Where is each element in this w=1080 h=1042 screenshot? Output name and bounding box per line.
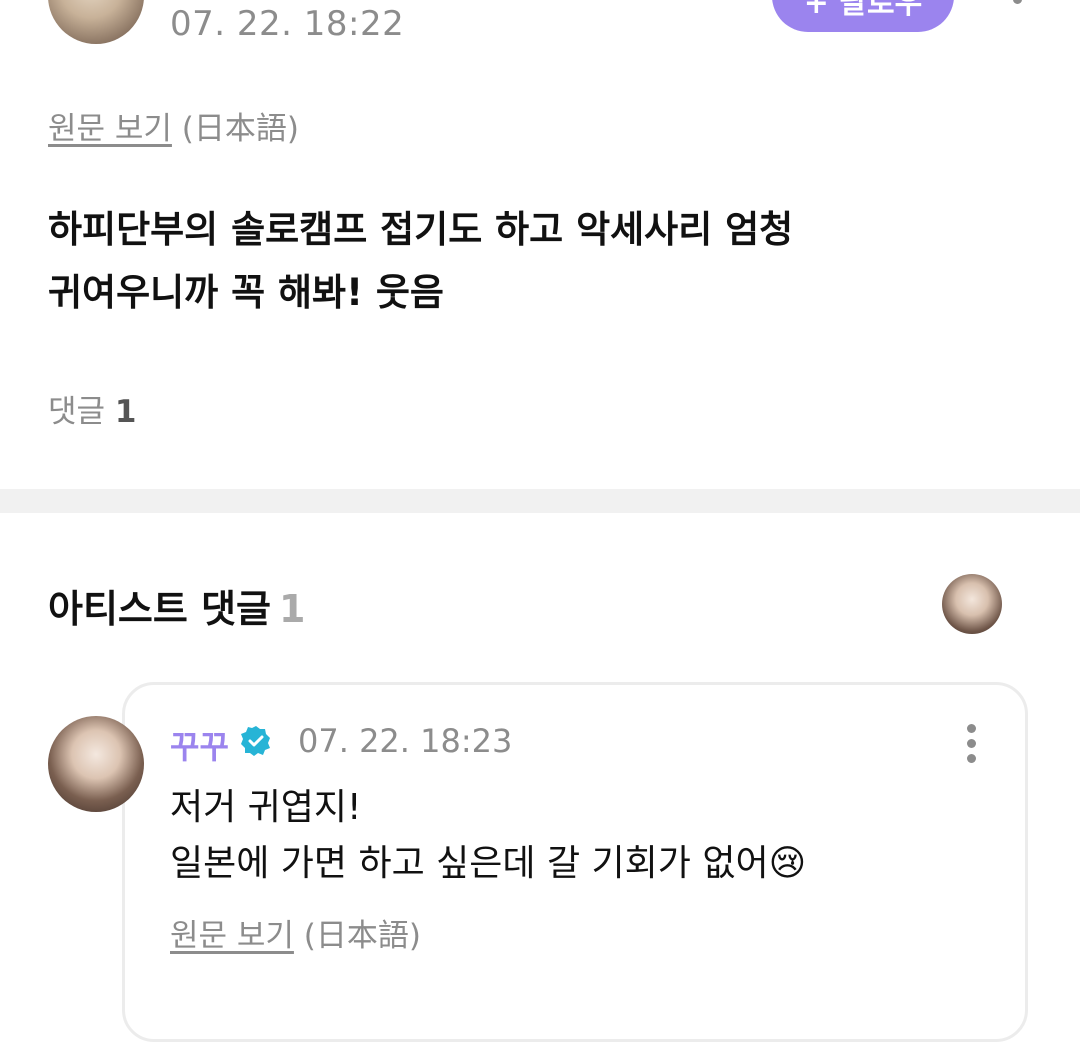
view-original-link[interactable]: 원문 보기 [48, 111, 172, 147]
post-author-avatar[interactable] [48, 0, 144, 44]
follow-button[interactable]: + 팔로우 [772, 0, 954, 32]
post-date: 07. 22. 18:22 [170, 4, 405, 44]
section-divider [0, 489, 1080, 513]
comment-more-icon[interactable] [954, 724, 988, 768]
post-body: 하피단부의 솔로캠프 접기도 하고 악세사리 엄청 귀여우니까 꼭 해봐! 웃음 [48, 198, 1008, 324]
comment-original-view: 원문 보기 (日本語) [170, 910, 421, 955]
original-language: (日本語) [303, 918, 421, 954]
post-original-view: 원문 보기 (日本語) [48, 103, 299, 148]
post-body-line: 하피단부의 솔로캠프 접기도 하고 악세사리 엄청 [48, 208, 794, 251]
comment-date: 07. 22. 18:23 [298, 722, 513, 760]
comment-count-value: 1 [114, 394, 137, 430]
comment-line: 저거 귀엽지! [170, 787, 362, 828]
post-more-icon[interactable] [1000, 0, 1034, 24]
comment-count[interactable]: 댓글 1 [48, 386, 136, 431]
post-body-line: 귀여우니까 꼭 해봐! 웃음 [48, 271, 444, 314]
original-language: (日本語) [181, 111, 299, 147]
comment-count-label: 댓글 [48, 394, 106, 430]
artist-comments-label: 아티스트 댓글 [48, 587, 271, 631]
comment-text: 저거 귀엽지! 일본에 가면 하고 싶은데 갈 기회가 없어😢 [170, 780, 990, 892]
artist-comments-count: 1 [279, 587, 306, 631]
artist-avatar[interactable] [942, 574, 1002, 634]
comment-line: 일본에 가면 하고 싶은데 갈 기회가 없어😢 [170, 843, 807, 884]
commenter-avatar[interactable] [48, 716, 144, 812]
commenter-name[interactable]: 꾸꾸 [170, 722, 229, 768]
verified-badge-icon [241, 726, 270, 756]
view-original-link[interactable]: 원문 보기 [170, 918, 294, 954]
artist-comments-title: 아티스트 댓글 1 [48, 578, 305, 633]
